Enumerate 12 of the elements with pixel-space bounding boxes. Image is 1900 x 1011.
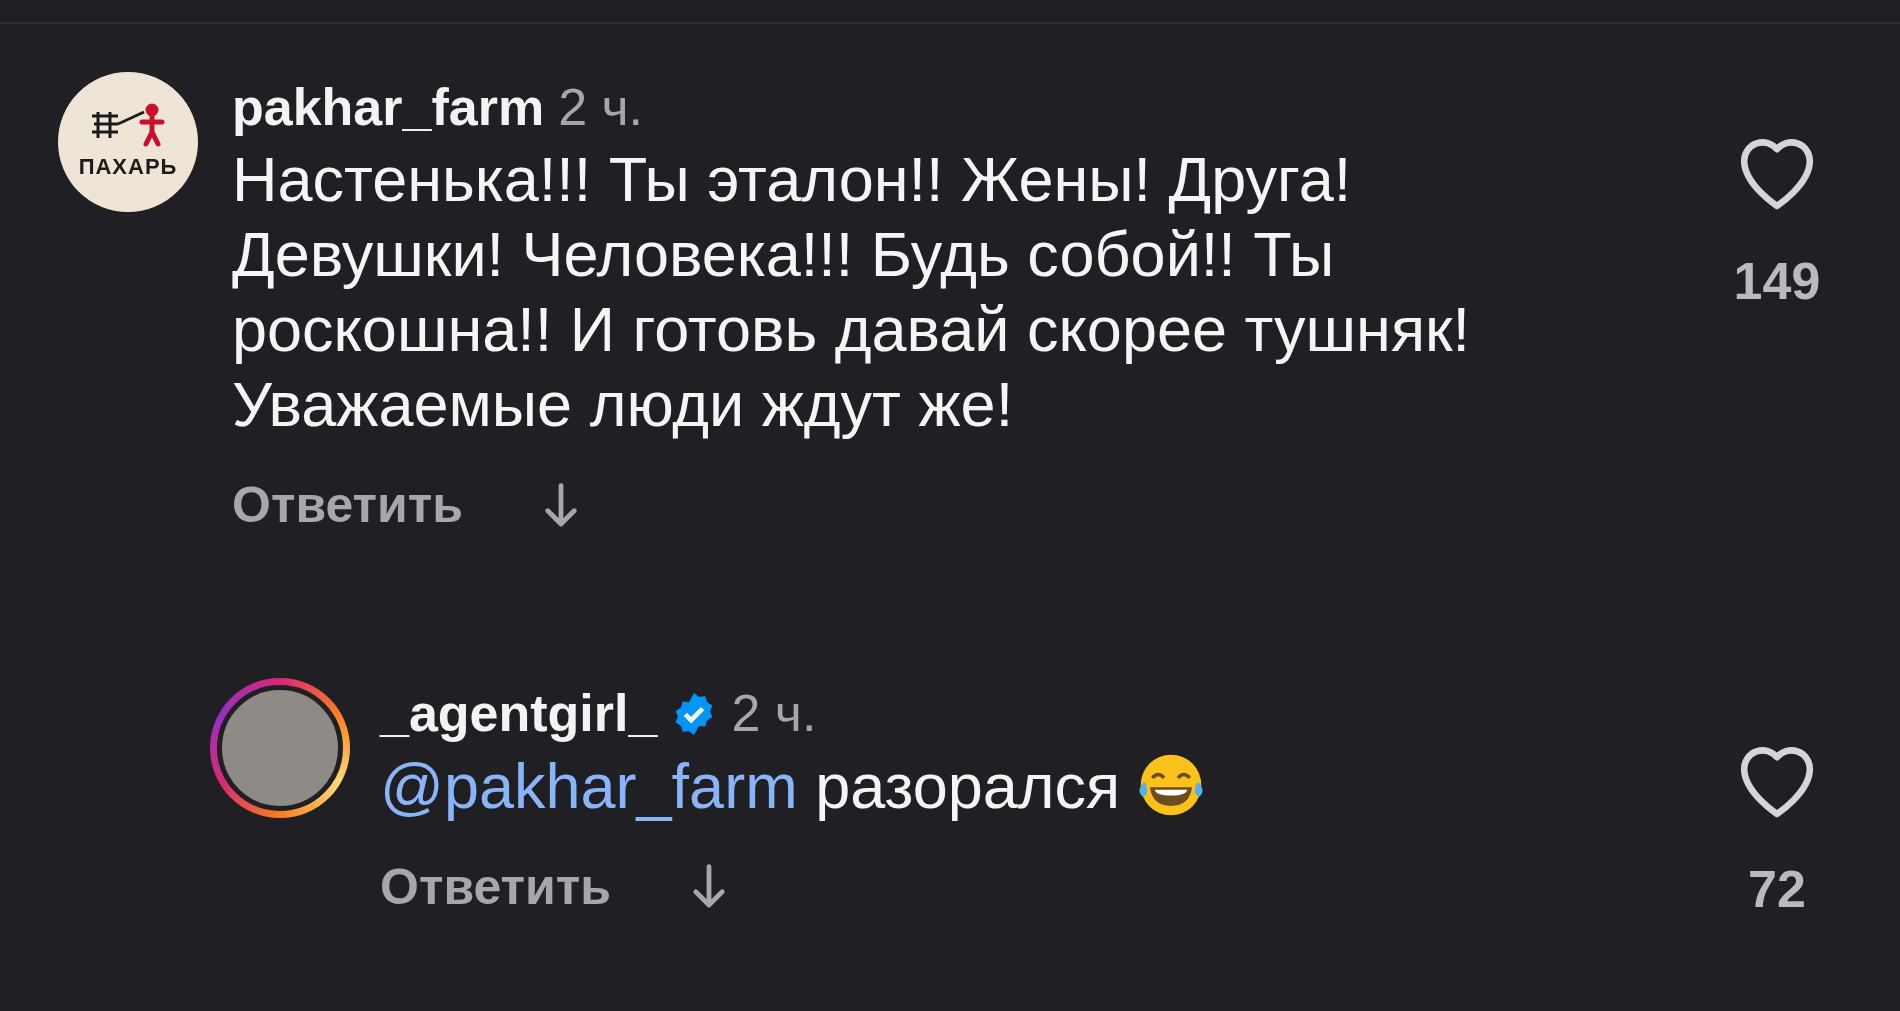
reply-button[interactable]: Ответить xyxy=(232,468,464,544)
timestamp: 2 ч. xyxy=(731,683,817,745)
comment-text: @pakhar_farm разорался xyxy=(380,748,1700,824)
comment-text: Настенька!!! Ты эталон!! Жены! Друга! Девушки! Человека!!! Будь собой!! Ты роскошна!! И готовь давай скорее тушняк! Уважаемые люди ждут же! xyxy=(232,143,1472,442)
username[interactable]: _agentgirl_ xyxy=(380,682,658,745)
like-count: 72 xyxy=(1748,859,1806,921)
username[interactable]: pakhar_farm xyxy=(232,76,545,139)
mention-link[interactable]: @pakhar_farm xyxy=(380,750,798,821)
like-count: 149 xyxy=(1733,251,1821,312)
timestamp: 2 ч. xyxy=(558,77,644,138)
reply-button[interactable]: Ответить xyxy=(380,849,612,925)
logo-text: ПАХАРЬ xyxy=(78,152,178,181)
